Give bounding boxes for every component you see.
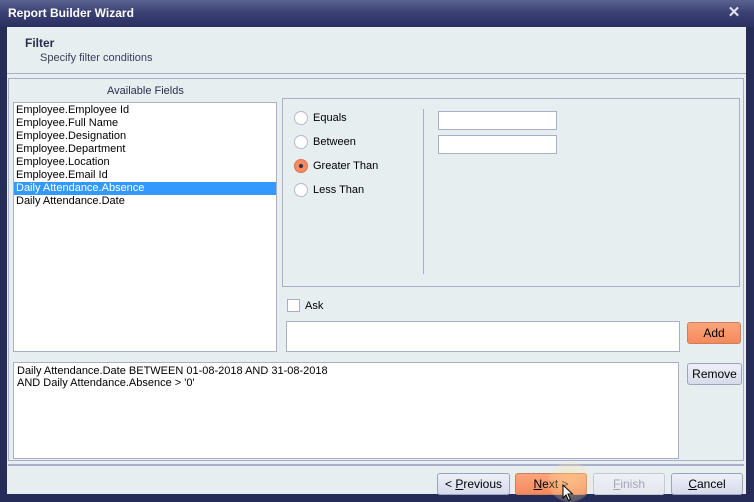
radio-between[interactable]: Between — [294, 134, 356, 150]
cancel-rest: ancel — [696, 477, 726, 491]
expression-input[interactable] — [286, 321, 680, 352]
ask-label: Ask — [305, 299, 324, 312]
available-fields-label: Available Fields — [107, 85, 184, 97]
list-item[interactable]: Employee.Employee Id — [14, 104, 276, 117]
title-bar[interactable]: Report Builder Wizard ✕ — [0, 0, 754, 27]
list-item[interactable]: Employee.Location — [14, 156, 276, 169]
previous-prefix: < — [444, 477, 456, 491]
previous-button[interactable]: < Previous — [437, 473, 510, 495]
radio-less-than[interactable]: Less Than — [294, 182, 364, 198]
value-1-input[interactable] — [438, 111, 557, 130]
previous-rest: revious — [463, 477, 503, 491]
radio-greater-than[interactable]: Greater Than — [294, 158, 378, 174]
radio-button-checked[interactable] — [294, 159, 308, 173]
filter-line: Daily Attendance.Date BETWEEN 01-08-2018… — [17, 365, 328, 377]
list-item[interactable]: Employee.Designation — [14, 130, 276, 143]
condition-panel: Equals Between Greater Than Less Than — [282, 98, 740, 287]
add-button[interactable]: Add — [687, 322, 741, 344]
window-title: Report Builder Wizard — [8, 6, 134, 20]
value-2-input[interactable] — [438, 135, 557, 154]
list-item[interactable]: Employee.Full Name — [14, 117, 276, 130]
wizard-client-area: Filter Specify filter conditions Availab… — [7, 27, 746, 495]
page-title: Filter — [25, 36, 55, 50]
radio-button[interactable] — [294, 135, 308, 149]
finish-rest: inish — [620, 477, 646, 491]
report-builder-wizard-window: Report Builder Wizard ✕ Filter Specify f… — [0, 0, 754, 502]
radio-label: Greater Than — [313, 160, 379, 172]
radio-label: Between — [313, 136, 356, 148]
finish-button: Finish — [593, 473, 665, 495]
list-item[interactable]: Employee.Email Id — [14, 169, 276, 182]
page-subtitle: Specify filter conditions — [40, 52, 153, 64]
next-button[interactable]: Next > — [515, 473, 587, 495]
wizard-header: Filter Specify filter conditions — [7, 27, 746, 74]
list-item[interactable]: Daily Attendance.Date — [14, 195, 276, 208]
filter-expression-box[interactable]: Daily Attendance.Date BETWEEN 01-08-2018… — [13, 362, 679, 459]
next-mnemonic: N — [533, 477, 543, 491]
filter-line: AND Daily Attendance.Absence > '0' — [17, 377, 195, 389]
cancel-button[interactable]: Cancel — [671, 473, 743, 495]
radio-label: Less Than — [313, 184, 365, 196]
list-item[interactable]: Employee.Department — [14, 143, 276, 156]
ask-checkbox-row[interactable]: Ask — [287, 299, 323, 312]
ask-checkbox[interactable] — [287, 299, 300, 312]
footer-divider — [8, 464, 744, 466]
vertical-divider — [423, 109, 424, 274]
radio-label: Equals — [313, 112, 347, 124]
radio-button[interactable] — [294, 111, 308, 125]
radio-equals[interactable]: Equals — [294, 110, 347, 126]
cancel-mnemonic: C — [688, 477, 697, 491]
close-icon[interactable]: ✕ — [726, 5, 742, 21]
available-fields-list[interactable]: Employee.Employee Id Employee.Full Name … — [13, 102, 277, 352]
radio-button[interactable] — [294, 183, 308, 197]
list-item-selected[interactable]: Daily Attendance.Absence — [14, 182, 276, 195]
remove-button[interactable]: Remove — [687, 363, 742, 385]
next-rest: ext > — [542, 477, 569, 491]
